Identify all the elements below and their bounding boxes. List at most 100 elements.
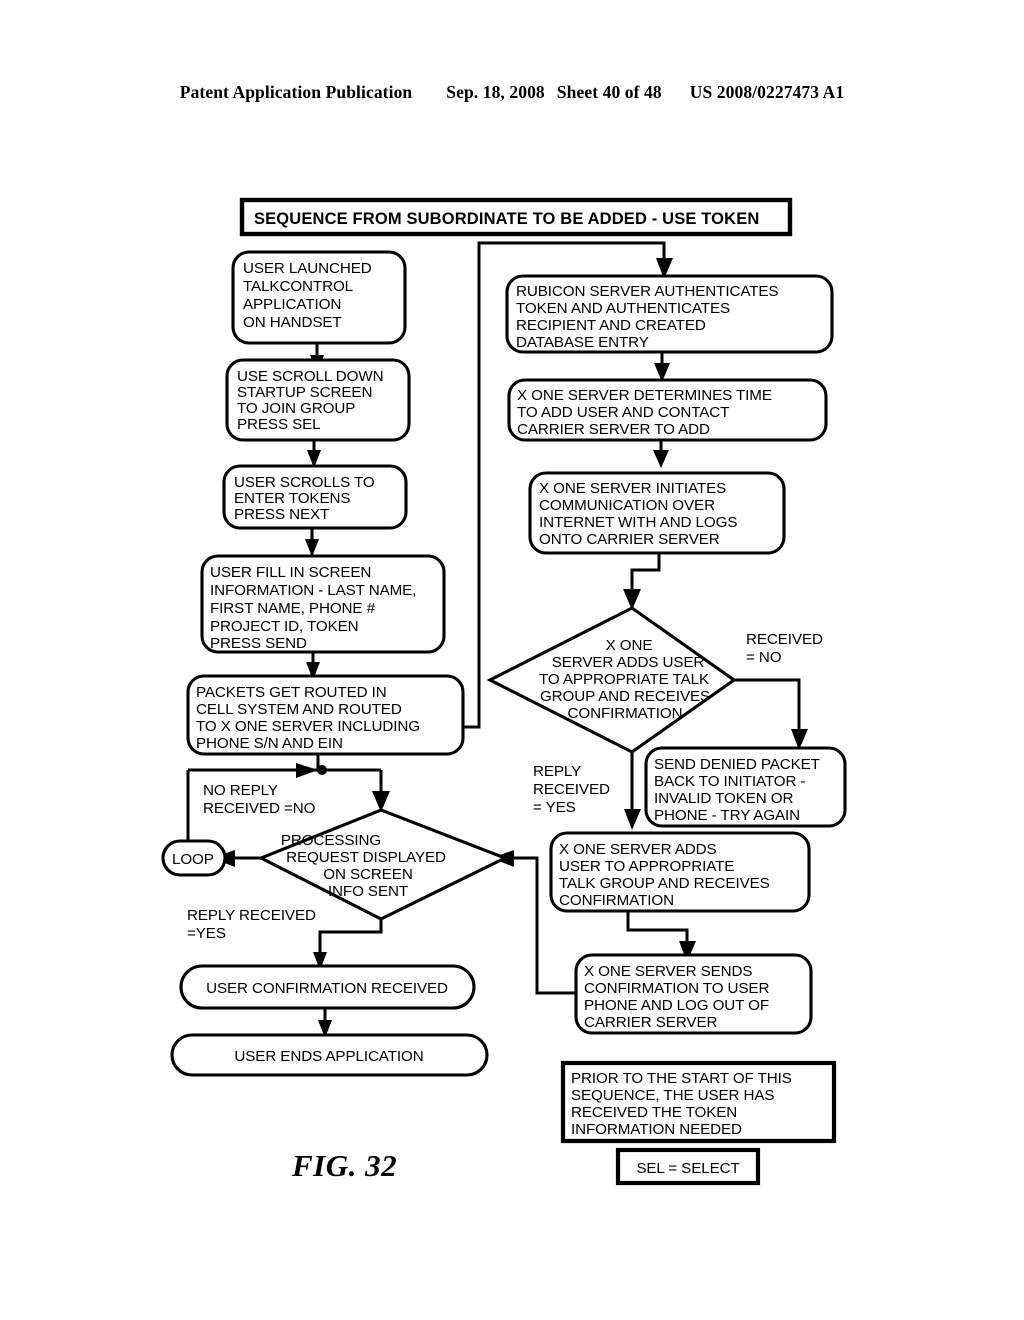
edge-decision-to-confirmation xyxy=(318,919,383,958)
node-use-scroll-down-line-2: TO JOIN GROUP xyxy=(237,400,355,417)
node-use-scroll-down: USE SCROLL DOWN STARTUP SCREEN TO JOIN G… xyxy=(225,358,411,442)
node-rubicon-server: RUBICON SERVER AUTHENTICATES TOKEN AND A… xyxy=(505,274,834,354)
node-user-scrolls: USER SCROLLS TO ENTER TOKENS PRESS NEXT xyxy=(222,464,408,530)
node-user-fill-in-line-3: PROJECT ID, TOKEN xyxy=(210,618,359,635)
arrowhead-determines-to-initiates xyxy=(653,450,669,468)
node-xone-determines-time-line-0: X ONE SERVER DETERMINES TIME xyxy=(517,387,772,404)
node-packets-routed-line-0: PACKETS GET ROUTED IN xyxy=(196,684,387,701)
node-packets-routed-line-2: TO X ONE SERVER INCLUDING xyxy=(196,718,420,735)
node-xone-initiates-line-3: ONTO CARRIER SERVER xyxy=(539,531,720,548)
node-xone-adds-user-decision-line-2: TO APPROPRIATE TALK xyxy=(539,671,709,688)
node-send-denied-packet-line-1: BACK TO INITIATOR - xyxy=(654,773,805,790)
node-xone-adds-user-decision-line-4: CONFIRMATION xyxy=(568,705,683,722)
node-xone-adds-user-decision-line-3: GROUP AND RECEIVES xyxy=(540,688,710,705)
node-prior-note-line-0: PRIOR TO THE START OF THIS xyxy=(571,1070,792,1087)
node-loop: LOOP xyxy=(161,839,227,877)
node-user-fill-in: USER FILL IN SCREEN INFORMATION - LAST N… xyxy=(200,554,446,654)
node-send-denied-packet-line-2: INVALID TOKEN OR xyxy=(654,790,793,807)
node-user-scrolls-line-0: USER SCROLLS TO xyxy=(234,474,375,491)
label-reply-received-yes-left: REPLY RECEIVED =YES xyxy=(187,907,316,942)
node-user-fill-in-line-0: USER FILL IN SCREEN xyxy=(210,564,371,581)
label-reply-received-yes-right-line-0: REPLY xyxy=(533,763,581,780)
arrowhead-junction-bar xyxy=(296,763,318,778)
node-use-scroll-down-line-3: PRESS SEL xyxy=(237,416,321,433)
node-prior-note-line-2: RECEIVED THE TOKEN xyxy=(571,1104,737,1121)
node-sel-note-label: SEL = SELECT xyxy=(636,1160,739,1177)
node-processing-request-line-2: ON SCREEN xyxy=(323,866,412,883)
node-xone-adds-user-decision-line-0: X ONE xyxy=(606,637,653,654)
node-loop-label: LOOP xyxy=(172,851,214,868)
node-user-confirmation-received: USER CONFIRMATION RECEIVED xyxy=(179,964,476,1010)
label-no-reply-received-line-1: RECEIVED =NO xyxy=(203,800,316,817)
node-processing-request: PROCESSING REQUEST DISPLAYED ON SCREEN I… xyxy=(257,808,509,921)
node-xone-adds-user-line-0: X ONE SERVER ADDS xyxy=(559,841,717,858)
node-user-launched-line-1: TALKCONTROL xyxy=(243,278,353,295)
junction-dot xyxy=(317,765,327,775)
node-prior-note: PRIOR TO THE START OF THIS SEQUENCE, THE… xyxy=(560,1060,837,1144)
node-send-denied-packet: SEND DENIED PACKET BACK TO INITIATOR - I… xyxy=(644,746,847,828)
node-prior-note-line-3: INFORMATION NEEDED xyxy=(571,1121,742,1138)
node-user-ends-application: USER ENDS APPLICATION xyxy=(170,1033,489,1077)
node-use-scroll-down-line-1: STARTUP SCREEN xyxy=(237,384,372,401)
edge-decision-to-denied xyxy=(734,678,801,736)
node-prior-note-line-1: SEQUENCE, THE USER HAS xyxy=(571,1087,774,1104)
node-packets-routed-line-3: PHONE S/N AND EIN xyxy=(196,735,343,752)
node-xone-adds-user: X ONE SERVER ADDS USER TO APPROPRIATE TA… xyxy=(549,831,811,913)
node-xone-initiates: X ONE SERVER INITIATES COMMUNICATION OVE… xyxy=(528,471,786,555)
node-user-fill-in-line-4: PRESS SEND xyxy=(210,635,307,652)
node-xone-determines-time-line-2: CARRIER SERVER TO ADD xyxy=(517,421,710,438)
node-xone-initiates-line-1: COMMUNICATION OVER xyxy=(539,497,715,514)
node-user-confirmation-received-label: USER CONFIRMATION RECEIVED xyxy=(206,980,448,997)
node-user-launched-line-2: APPLICATION xyxy=(243,296,341,313)
arrowhead-scrolls-to-fillin xyxy=(305,539,319,557)
label-no-reply-received: NO REPLY RECEIVED =NO xyxy=(203,782,316,817)
node-xone-sends-confirmation-line-1: CONFIRMATION TO USER xyxy=(584,980,769,997)
node-packets-routed-line-1: CELL SYSTEM AND ROUTED xyxy=(196,701,402,718)
node-xone-sends-confirmation: X ONE SERVER SENDS CONFIRMATION TO USER … xyxy=(574,953,813,1035)
node-xone-adds-user-decision: X ONE SERVER ADDS USER TO APPROPRIATE TA… xyxy=(486,606,737,754)
flowchart-figure-32: SEQUENCE FROM SUBORDINATE TO BE ADDED - … xyxy=(161,197,847,1186)
label-reply-received-yes-left-line-1: =YES xyxy=(187,925,226,942)
label-reply-received-yes-left-line-0: REPLY RECEIVED xyxy=(187,907,316,924)
node-processing-request-line-3: INFO SENT xyxy=(328,883,408,900)
node-processing-request-line-1: REQUEST DISPLAYED xyxy=(286,849,446,866)
node-user-ends-application-label: USER ENDS APPLICATION xyxy=(234,1048,423,1065)
node-rubicon-server-line-1: TOKEN AND AUTHENTICATES xyxy=(516,300,730,317)
node-xone-determines-time: X ONE SERVER DETERMINES TIME TO ADD USER… xyxy=(507,378,828,442)
node-rubicon-server-line-0: RUBICON SERVER AUTHENTICATES xyxy=(516,283,778,300)
node-user-launched-line-0: USER LAUNCHED xyxy=(243,260,372,277)
node-processing-request-line-0: PROCESSING xyxy=(281,832,381,849)
node-user-fill-in-line-2: FIRST NAME, PHONE # xyxy=(210,600,376,617)
node-xone-initiates-line-2: INTERNET WITH AND LOGS xyxy=(539,514,737,531)
banner-title: SEQUENCE FROM SUBORDINATE TO BE ADDED - … xyxy=(254,210,759,228)
label-received-no-line-0: RECEIVED xyxy=(746,631,823,648)
label-reply-received-yes-right-line-2: = YES xyxy=(533,799,576,816)
node-rubicon-server-line-3: DATABASE ENTRY xyxy=(516,334,649,351)
node-xone-adds-user-line-1: USER TO APPROPRIATE xyxy=(559,858,734,875)
figure-caption-number: 32 xyxy=(365,1148,398,1183)
label-reply-received-yes-right: REPLY RECEIVED = YES xyxy=(533,763,610,816)
node-xone-sends-confirmation-line-2: PHONE AND LOG OUT OF xyxy=(584,997,769,1014)
node-use-scroll-down-line-0: USE SCROLL DOWN xyxy=(237,368,383,385)
node-rubicon-server-line-2: RECIPIENT AND CREATED xyxy=(516,317,706,334)
label-received-no: RECEIVED = NO xyxy=(746,631,823,666)
label-reply-received-yes-right-line-1: RECEIVED xyxy=(533,781,610,798)
patent-page: Patent Application Publication Sep. 18, 2… xyxy=(0,0,1024,1320)
node-user-scrolls-line-2: PRESS NEXT xyxy=(234,506,329,523)
node-xone-sends-confirmation-line-0: X ONE SERVER SENDS xyxy=(584,963,752,980)
banner-group: SEQUENCE FROM SUBORDINATE TO BE ADDED - … xyxy=(239,197,793,237)
node-xone-determines-time-line-1: TO ADD USER AND CONTACT xyxy=(517,404,729,421)
node-user-scrolls-line-1: ENTER TOKENS xyxy=(234,490,350,507)
node-send-denied-packet-line-0: SEND DENIED PACKET xyxy=(654,756,820,773)
figure-caption-prefix: FIG. xyxy=(292,1148,357,1183)
node-user-launched-line-3: ON HANDSET xyxy=(243,314,342,331)
node-xone-adds-user-line-2: TALK GROUP AND RECEIVES xyxy=(559,875,770,892)
edge-adds-user-to-sends xyxy=(626,911,689,948)
label-received-no-line-1: = NO xyxy=(746,649,782,666)
node-user-launched: USER LAUNCHED TALKCONTROL APPLICATION ON… xyxy=(231,250,407,345)
node-user-fill-in-line-1: INFORMATION - LAST NAME, xyxy=(210,582,416,599)
node-xone-adds-user-line-3: CONFIRMATION xyxy=(559,892,674,909)
label-no-reply-received-line-0: NO REPLY xyxy=(203,782,278,799)
node-packets-routed: PACKETS GET ROUTED IN CELL SYSTEM AND RO… xyxy=(186,674,465,756)
node-xone-sends-confirmation-line-3: CARRIER SERVER xyxy=(584,1014,717,1031)
